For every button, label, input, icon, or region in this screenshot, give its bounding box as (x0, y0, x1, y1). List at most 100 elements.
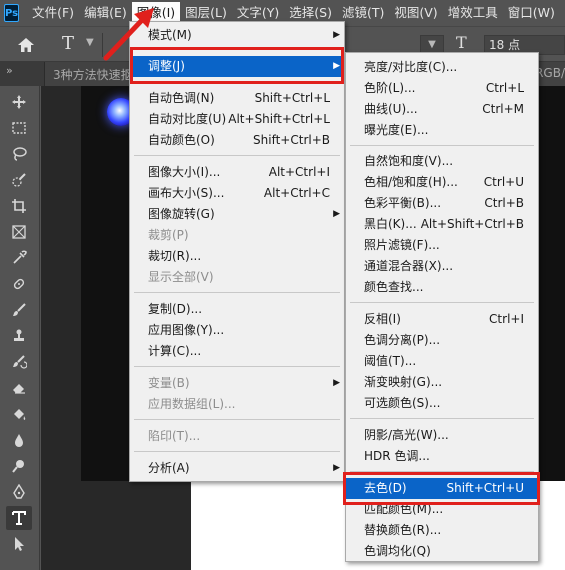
tool-preset-chevron-icon[interactable]: ▼ (86, 37, 94, 48)
eyedropper-tool-icon[interactable] (6, 246, 32, 270)
adjust-item-hue-saturation[interactable]: 色相/饱和度(H)... Ctrl+U (346, 172, 538, 193)
menu-item-label: 曝光度(E)... (364, 123, 429, 137)
image-menu-item-trap[interactable]: 陷印(T)... (130, 426, 344, 447)
menu-item-label: 通道混合器(X)... (364, 259, 454, 273)
adjust-item-selective-color[interactable]: 可选颜色(S)... (346, 393, 538, 414)
menu-item-label: 应用图像(Y)... (148, 323, 225, 337)
image-menu-item-calculations[interactable]: 计算(C)... (130, 341, 344, 362)
adjust-item-vibrance[interactable]: 自然饱和度(V)... (346, 151, 538, 172)
double-chevron-icon[interactable]: » (6, 64, 13, 77)
image-menu-item-duplicate[interactable]: 复制(D)... (130, 299, 344, 320)
menu-plugins[interactable]: 增效工具 (443, 2, 503, 24)
paint-bucket-tool-icon[interactable] (6, 402, 32, 426)
adjust-item-levels[interactable]: 色阶(L)... Ctrl+L (346, 78, 538, 99)
menu-item-label: 画布大小(S)... (148, 186, 225, 200)
adjust-item-color-balance[interactable]: 色彩平衡(B)... Ctrl+B (346, 193, 538, 214)
menu-view[interactable]: 视图(V) (389, 2, 442, 24)
marquee-tool-icon[interactable] (6, 116, 32, 140)
tool-preset-type-icon[interactable]: T (62, 33, 74, 54)
clone-stamp-tool-icon[interactable] (6, 324, 32, 348)
healing-brush-tool-icon[interactable] (6, 272, 32, 296)
menu-item-shortcut: Alt+Shift+Ctrl+B (420, 217, 524, 231)
adjust-item-invert[interactable]: 反相(I) Ctrl+I (346, 309, 538, 330)
document-tab-title: 3种方法快速抠 (53, 68, 133, 82)
annotation-arrow-icon (103, 8, 154, 61)
menu-item-label: 图像大小(I)... (148, 165, 221, 179)
menu-item-shortcut: Ctrl+I (489, 312, 524, 326)
image-menu-item-auto-contrast[interactable]: 自动对比度(U) Alt+Shift+Ctrl+L (130, 109, 344, 130)
crop-tool-icon[interactable] (6, 194, 32, 218)
menu-item-label: 色彩平衡(B)... (364, 196, 442, 210)
eraser-tool-icon[interactable] (6, 376, 32, 400)
adjust-item-channel-mixer[interactable]: 通道混合器(X)... (346, 256, 538, 277)
menu-item-label: 颜色查找... (364, 280, 424, 294)
menu-item-label: 计算(C)... (148, 344, 202, 358)
blur-tool-icon[interactable] (6, 428, 32, 452)
image-menu-item-crop[interactable]: 裁剪(P) (130, 225, 344, 246)
adjust-item-gradient-map[interactable]: 渐变映射(G)... (346, 372, 538, 393)
menu-item-label: 渐变映射(G)... (364, 375, 443, 389)
image-menu-item-canvas-size[interactable]: 画布大小(S)... Alt+Ctrl+C (130, 183, 344, 204)
image-menu-item-auto-tone[interactable]: 自动色调(N) Shift+Ctrl+L (130, 88, 344, 109)
adjust-item-threshold[interactable]: 阈值(T)... (346, 351, 538, 372)
adjust-item-brightness-contrast[interactable]: 亮度/对比度(C)... (346, 57, 538, 78)
annotation-box-desaturate (343, 472, 540, 505)
type-tool-icon[interactable] (6, 506, 32, 530)
document-tab-mode: RGB/ (535, 66, 565, 80)
quick-selection-tool-icon[interactable] (6, 168, 32, 192)
menu-separator (350, 302, 534, 303)
adjust-item-color-lookup[interactable]: 颜色查找... (346, 277, 538, 298)
adjust-item-photo-filter[interactable]: 照片滤镜(F)... (346, 235, 538, 256)
adjust-item-equalize[interactable]: 色调均化(Q) (346, 541, 538, 562)
image-menu-item-auto-color[interactable]: 自动颜色(O) Shift+Ctrl+B (130, 130, 344, 151)
adjust-item-black-white[interactable]: 黑白(K)... Alt+Shift+Ctrl+B (346, 214, 538, 235)
menu-item-label: 阴影/高光(W)... (364, 428, 449, 442)
image-menu-dropdown: 模式(M) ▶ 调整(J) ▶ 自动色调(N) Shift+Ctrl+L 自动对比度(… (129, 21, 345, 482)
image-menu-item-apply-data-set[interactable]: 应用数据组(L)... (130, 394, 344, 415)
menu-item-shortcut: Alt+Ctrl+C (263, 186, 330, 200)
menu-item-shortcut: Ctrl+L (485, 81, 524, 95)
menu-window[interactable]: 窗口(W) (503, 2, 560, 24)
photoshop-logo-icon: Ps (4, 4, 20, 22)
image-menu-item-variables[interactable]: 变量(B) ▶ (130, 373, 344, 394)
frame-tool-icon[interactable] (6, 220, 32, 244)
menu-item-label: 分析(A) (148, 461, 190, 475)
menu-separator (350, 145, 534, 146)
menu-item-label: 图像旋转(G) (148, 207, 215, 221)
submenu-arrow-icon: ▶ (333, 378, 340, 388)
image-menu-item-analysis[interactable]: 分析(A) ▶ (130, 458, 344, 479)
path-selection-tool-icon[interactable] (6, 532, 32, 556)
adjust-item-shadows-highlights[interactable]: 阴影/高光(W)... (346, 425, 538, 446)
menu-help[interactable]: 帮助 (560, 2, 565, 24)
menu-item-label: 应用数据组(L)... (148, 397, 236, 411)
adjust-item-hdr-toning[interactable]: HDR 色调... (346, 446, 538, 467)
menu-separator (134, 419, 340, 420)
history-brush-tool-icon[interactable] (6, 350, 32, 374)
menu-separator (134, 155, 340, 156)
move-tool-icon[interactable] (6, 90, 32, 114)
adjust-item-curves[interactable]: 曲线(U)... Ctrl+M (346, 99, 538, 120)
image-menu-item-apply-image[interactable]: 应用图像(Y)... (130, 320, 344, 341)
menu-item-label: 色调分离(P)... (364, 333, 441, 347)
brush-tool-icon[interactable] (6, 298, 32, 322)
home-button[interactable] (14, 33, 38, 57)
menu-item-label: 色相/饱和度(H)... (364, 175, 458, 189)
adjust-item-posterize[interactable]: 色调分离(P)... (346, 330, 538, 351)
dodge-tool-icon[interactable] (6, 454, 32, 478)
menu-item-label: 复制(D)... (148, 302, 203, 316)
menu-item-shortcut: Ctrl+B (484, 196, 524, 210)
adjust-item-replace-color[interactable]: 替换颜色(R)... (346, 520, 538, 541)
adjust-item-exposure[interactable]: 曝光度(E)... (346, 120, 538, 141)
image-menu-item-image-size[interactable]: 图像大小(I)... Alt+Ctrl+I (130, 162, 344, 183)
menu-item-label: 裁切(R)... (148, 249, 202, 263)
menu-item-label: 显示全部(V) (148, 270, 214, 284)
menu-file[interactable]: 文件(F) (27, 2, 79, 24)
menu-item-shortcut: Ctrl+U (483, 175, 524, 189)
menu-item-label: 自动颜色(O) (148, 133, 215, 147)
image-menu-item-image-rotation[interactable]: 图像旋转(G) ▶ (130, 204, 344, 225)
menu-item-label: 照片滤镜(F)... (364, 238, 440, 252)
image-menu-item-reveal-all[interactable]: 显示全部(V) (130, 267, 344, 288)
image-menu-item-trim[interactable]: 裁切(R)... (130, 246, 344, 267)
pen-tool-icon[interactable] (6, 480, 32, 504)
lasso-tool-icon[interactable] (6, 142, 32, 166)
